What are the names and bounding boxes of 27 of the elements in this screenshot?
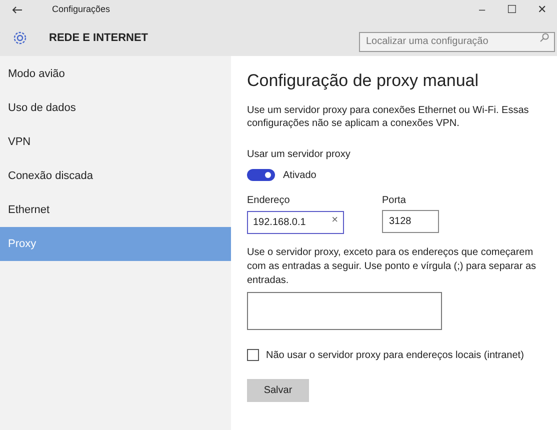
checkbox-label: Não usar o servidor proxy para endereços locais (intranet) bbox=[266, 348, 524, 362]
maximize-button[interactable]: ☐ bbox=[497, 2, 527, 18]
port-label: Porta bbox=[382, 194, 407, 208]
sidebar-item[interactable]: Ethernet bbox=[0, 193, 231, 227]
settings-icon bbox=[12, 30, 28, 46]
address-label: Endereço bbox=[247, 194, 291, 208]
window-title: Configurações bbox=[52, 3, 110, 16]
exceptions-description: Use o servidor proxy, exceto para os endereços que começarem com as entradas a seguir. Use ponto e vírgula (;) para separar as entradas. bbox=[247, 246, 538, 288]
toggle-label: Usar um servidor proxy bbox=[247, 148, 352, 162]
search-icon bbox=[540, 33, 549, 42]
clear-button[interactable]: × bbox=[332, 212, 338, 226]
sidebar-item[interactable]: Conexão discada bbox=[0, 159, 231, 193]
minimize-button[interactable]: – bbox=[467, 2, 497, 18]
sidebar-item[interactable]: Modo avião bbox=[0, 57, 231, 91]
exceptions-field[interactable] bbox=[247, 292, 442, 330]
save-button[interactable]: Salvar bbox=[247, 378, 309, 402]
close-button[interactable]: ✕ bbox=[527, 2, 557, 18]
checkbox[interactable] bbox=[247, 349, 259, 361]
page-title: Configuração de proxy manual bbox=[247, 70, 480, 92]
search-field[interactable]: Localizar uma configuração bbox=[359, 32, 555, 52]
toggle-switch[interactable] bbox=[247, 169, 275, 181]
section-title: REDE E INTERNET bbox=[49, 30, 148, 46]
port-field[interactable]: 3128 bbox=[382, 210, 439, 232]
toggle-state: Ativado bbox=[283, 168, 316, 182]
sidebar-item[interactable]: VPN bbox=[0, 125, 231, 159]
description: Use um servidor proxy para conexões Ethernet ou Wi-Fi. Essas configurações não se aplicam a conexões VPN. bbox=[247, 104, 530, 130]
sidebar-item[interactable]: Uso de dados bbox=[0, 91, 231, 125]
